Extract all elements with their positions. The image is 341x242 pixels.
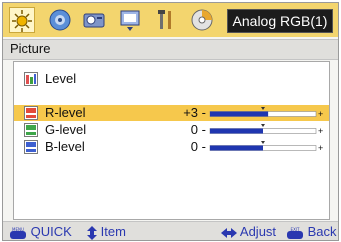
b-level-icon	[24, 140, 38, 154]
b-level-slider[interactable]: +	[209, 141, 326, 153]
picture-settings-icon[interactable]	[9, 7, 35, 33]
projector-setup-icon[interactable]	[81, 7, 107, 33]
slider-fill	[210, 128, 263, 134]
quick-label: QUICK	[30, 224, 72, 239]
slider-center-mark	[261, 124, 265, 127]
menu-item-level[interactable]: Level	[14, 71, 329, 87]
g-level-icon	[24, 123, 38, 137]
display-option-icon[interactable]	[117, 7, 143, 33]
menu-item-r-level[interactable]: R-level +3 - +	[14, 105, 329, 121]
slider-max-symbol: +	[318, 143, 323, 153]
item-hint: Item	[87, 223, 126, 240]
image-adjust-icon[interactable]	[47, 7, 73, 33]
back-label: Back	[307, 224, 337, 239]
svg-text:EXIT: EXIT	[291, 227, 300, 232]
slider-center-mark	[261, 107, 265, 110]
info-disc-icon[interactable]	[189, 7, 215, 33]
quick-hint: MENU QUICK	[9, 223, 72, 240]
adjust-label: Adjust	[239, 224, 277, 239]
r-level-icon	[24, 106, 38, 120]
slider-max-symbol: +	[318, 109, 323, 119]
slider-fill	[210, 111, 269, 117]
slider-max-symbol: +	[318, 126, 323, 136]
slider-fill	[210, 145, 263, 151]
item-label: Item	[100, 224, 126, 239]
menu-item-label: B-level	[45, 139, 85, 154]
slider-svg: +	[209, 124, 323, 136]
menu-content-panel: Level R-level +3 - + G-level 0 - + B-lev…	[13, 61, 330, 220]
tools-icon[interactable]	[153, 7, 179, 33]
leftright-arrow-icon	[221, 227, 237, 238]
slider-center-mark	[261, 141, 265, 144]
menu-item-label: R-level	[45, 105, 86, 120]
footer-help-bar: MENU QUICK Item Adjust EXIT Back	[3, 221, 338, 240]
r-level-slider[interactable]: +	[209, 107, 326, 119]
updown-arrow-icon	[87, 225, 97, 240]
menu-title: Picture	[10, 41, 51, 56]
level-value: 0 -	[190, 139, 206, 154]
menu-item-b-level[interactable]: B-level 0 - +	[14, 139, 329, 155]
input-source-label: Analog RGB(1)	[227, 9, 333, 33]
slider-svg: +	[209, 141, 323, 153]
g-level-slider[interactable]: +	[209, 124, 326, 136]
adjust-hint: Adjust	[221, 223, 276, 240]
slider-svg: +	[209, 107, 323, 119]
menu-item-g-level[interactable]: G-level 0 - +	[14, 122, 329, 138]
menu-item-label: Level	[45, 71, 77, 86]
level-icon	[24, 72, 38, 86]
level-value: 0 -	[190, 122, 206, 137]
back-hint: EXIT Back	[286, 223, 337, 240]
exit-button-icon: EXIT	[287, 227, 303, 239]
menu-title-bar: Picture	[3, 39, 338, 60]
menu-item-label: G-level	[45, 122, 87, 137]
osd-menu-window: Analog RGB(1) Picture Level R-level +3 -…	[2, 2, 339, 241]
level-value: +3 -	[183, 105, 206, 120]
menu-tab-bar: Analog RGB(1)	[3, 3, 338, 37]
menu-button-icon: MENU	[10, 227, 26, 239]
svg-text:MENU: MENU	[12, 227, 24, 232]
